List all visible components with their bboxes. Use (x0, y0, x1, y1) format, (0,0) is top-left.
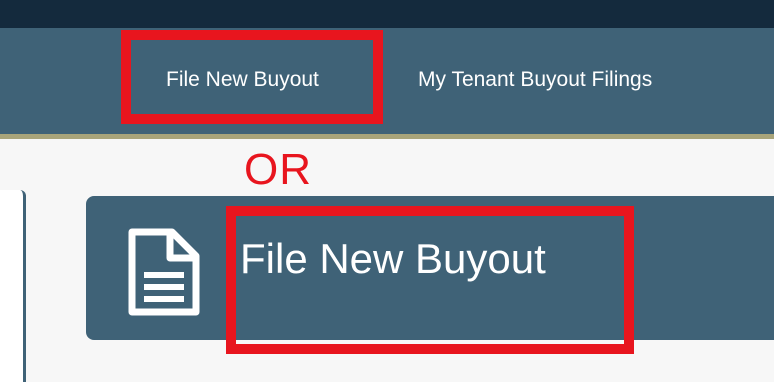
or-label: OR (244, 145, 312, 194)
nav-link-file-new-buyout[interactable]: File New Buyout (166, 58, 319, 102)
document-icon (128, 228, 200, 316)
top-strip (0, 0, 774, 28)
page: File New Buyout My Tenant Buyout Filings… (0, 0, 774, 382)
left-panel (0, 190, 26, 382)
navbar (0, 28, 774, 134)
navbar-accent-line (0, 134, 774, 139)
card-title[interactable]: File New Buyout (240, 232, 546, 286)
nav-link-my-tenant-buyout-filings[interactable]: My Tenant Buyout Filings (418, 58, 652, 102)
